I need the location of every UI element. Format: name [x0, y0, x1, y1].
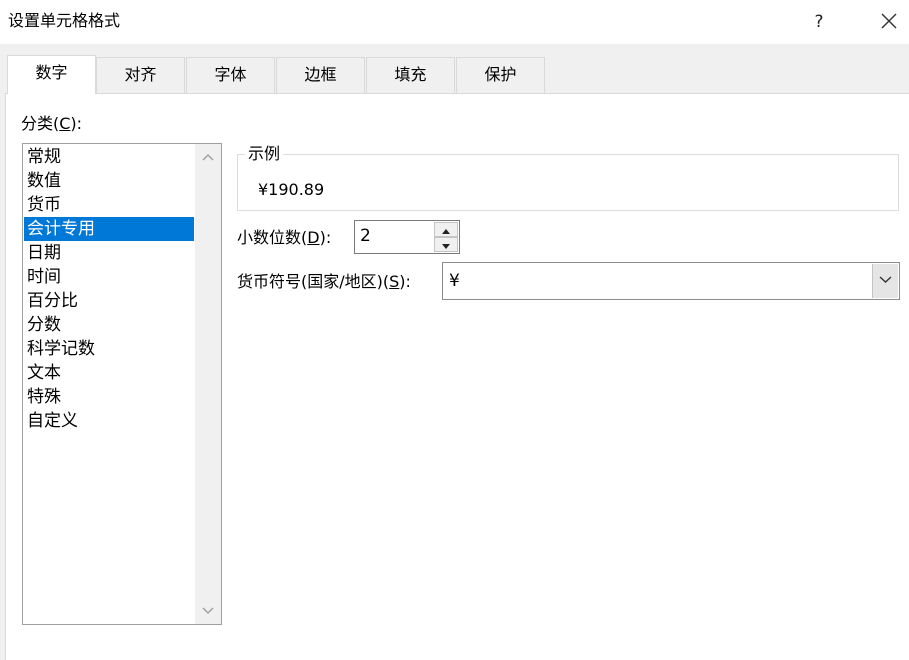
category-item-date[interactable]: 日期 — [24, 241, 194, 265]
sample-group: 示例 ¥190.89 — [237, 144, 899, 211]
category-label-suffix: ): — [70, 114, 83, 133]
spin-up-button[interactable] — [434, 222, 458, 237]
decimal-places-label-suffix: ): — [319, 228, 332, 247]
category-item-custom[interactable]: 自定义 — [24, 409, 194, 433]
scroll-down-button[interactable] — [195, 601, 221, 621]
category-item-number[interactable]: 数值 — [24, 169, 194, 193]
category-item-fraction[interactable]: 分数 — [24, 313, 194, 337]
sample-value: ¥190.89 — [258, 180, 325, 199]
category-item-text[interactable]: 文本 — [24, 361, 194, 385]
currency-symbol-select[interactable]: ¥ — [442, 262, 900, 300]
category-item-currency[interactable]: 货币 — [24, 193, 194, 217]
category-item-general[interactable]: 常规 — [24, 145, 194, 169]
help-button[interactable]: ? — [805, 8, 833, 36]
decimal-places-stepper[interactable]: 2 — [354, 220, 460, 254]
category-item-time[interactable]: 时间 — [24, 265, 194, 289]
decimal-places-label: 小数位数(D): — [237, 227, 331, 249]
tab-fill[interactable]: 填充 — [366, 57, 455, 93]
category-item-percentage[interactable]: 百分比 — [24, 289, 194, 313]
decimal-places-hotkey: D — [307, 228, 320, 247]
tab-alignment[interactable]: 对齐 — [96, 57, 185, 93]
dialog-title: 设置单元格格式 — [8, 11, 121, 30]
category-label-hotkey: C — [59, 114, 71, 133]
category-listbox[interactable]: 常规 数值 货币 会计专用 日期 时间 百分比 分数 科学记数 文本 特殊 自定… — [22, 143, 222, 625]
tab-font[interactable]: 字体 — [186, 57, 275, 93]
chevron-down-icon — [879, 276, 892, 283]
number-panel: 分类(C): 常规 数值 货币 会计专用 日期 时间 百分比 分数 科学记数 文… — [5, 93, 909, 660]
currency-symbol-label-text: 货币符号(国家/地区)( — [237, 272, 390, 291]
close-button[interactable] — [874, 6, 904, 36]
tab-number[interactable]: 数字 — [7, 55, 96, 94]
currency-symbol-label: 货币符号(国家/地区)(S): — [237, 271, 411, 293]
title-bar: 设置单元格格式 ? — [0, 0, 909, 44]
triangle-down-icon — [442, 244, 450, 249]
category-item-special[interactable]: 特殊 — [24, 385, 194, 409]
category-label-text: 分类( — [21, 114, 60, 133]
category-scrollbar[interactable] — [195, 144, 221, 624]
tab-strip: 数字 对齐 字体 边框 填充 保护 — [0, 44, 909, 94]
currency-symbol-value: ¥ — [449, 271, 460, 291]
sample-legend: 示例 — [245, 144, 284, 164]
category-label: 分类(C): — [21, 113, 82, 135]
tab-protection[interactable]: 保护 — [456, 57, 545, 93]
currency-symbol-hotkey: S — [389, 272, 400, 291]
tab-border[interactable]: 边框 — [276, 57, 365, 93]
chevron-down-icon — [202, 607, 214, 615]
currency-symbol-label-suffix: ): — [399, 272, 411, 291]
category-item-scientific[interactable]: 科学记数 — [24, 337, 194, 361]
decimal-places-value[interactable]: 2 — [360, 224, 371, 248]
spin-down-button[interactable] — [434, 237, 458, 252]
currency-dropdown-button[interactable] — [872, 264, 898, 298]
chevron-up-icon — [202, 153, 214, 161]
scroll-up-button[interactable] — [195, 147, 221, 167]
category-item-accounting[interactable]: 会计专用 — [24, 217, 194, 241]
close-icon — [881, 13, 897, 29]
decimal-places-label-text: 小数位数( — [237, 228, 308, 247]
dialog-body: 数字 对齐 字体 边框 填充 保护 分类(C): 常规 数值 货币 会计专用 日… — [0, 44, 909, 660]
